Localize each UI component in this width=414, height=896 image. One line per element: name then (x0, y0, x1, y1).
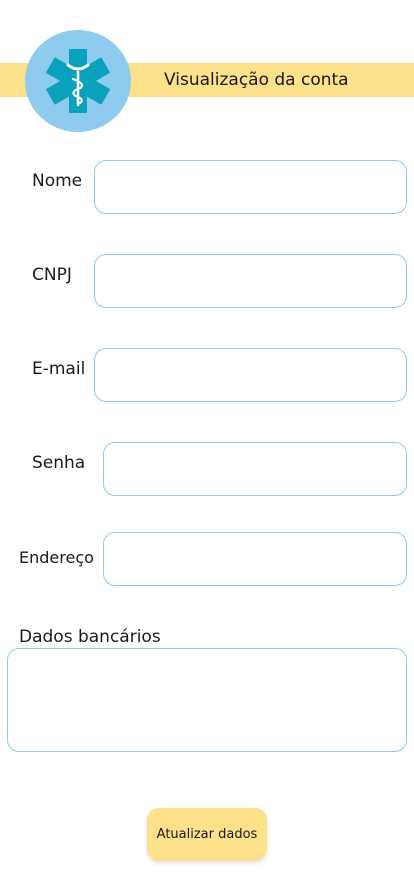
cnpj-input[interactable] (94, 254, 407, 308)
update-data-button[interactable]: Atualizar dados (147, 808, 267, 861)
password-label: Senha (32, 453, 86, 473)
name-label: Nome (32, 171, 83, 191)
bank-details-textarea[interactable] (7, 648, 407, 752)
email-input[interactable] (94, 348, 407, 402)
medical-star-of-life-icon (46, 49, 110, 113)
bank-details-label: Dados bancários (19, 627, 161, 647)
app-logo (25, 30, 131, 132)
email-label: E-mail (32, 359, 86, 379)
name-input[interactable] (94, 160, 407, 214)
address-label: Endereço (19, 548, 94, 567)
cnpj-label: CNPJ (32, 265, 72, 285)
page-title: Visualização da conta (164, 70, 349, 90)
password-input[interactable] (103, 442, 407, 496)
address-input[interactable] (103, 532, 407, 586)
